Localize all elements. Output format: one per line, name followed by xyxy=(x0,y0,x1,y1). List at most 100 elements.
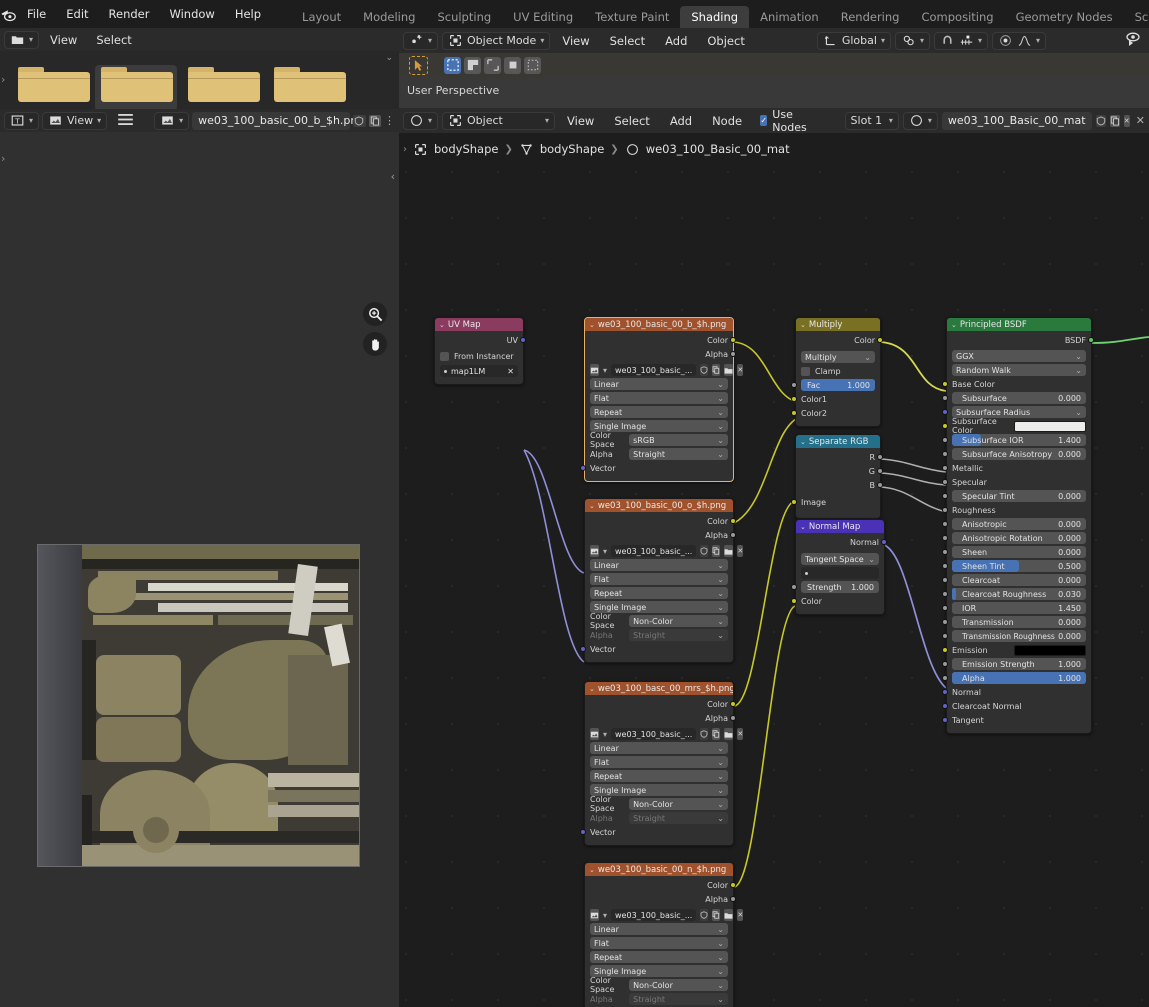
ior-slider[interactable]: IOR 1.450 xyxy=(952,602,1086,614)
collapse-icon[interactable]: ⌄ xyxy=(589,866,595,874)
node-principled-bsdf[interactable]: ⌄ Principled BSDF BSDF GGX⌄ Random Walk⌄ xyxy=(946,317,1092,734)
workspace-tab-layout[interactable]: Layout xyxy=(291,6,352,28)
interpolation-dropdown[interactable]: Linear⌄ xyxy=(590,378,728,390)
strength-row[interactable]: Strength 1.000 xyxy=(801,581,879,593)
emission-color-swatch[interactable] xyxy=(1014,645,1086,656)
menu-file[interactable]: File xyxy=(17,0,56,28)
material-slot-dropdown[interactable]: Slot 1▾ xyxy=(845,112,899,130)
browse-image-icon[interactable] xyxy=(590,545,599,557)
projection-row[interactable]: Flat⌄ xyxy=(590,756,728,768)
workspace-tab-modeling[interactable]: Modeling xyxy=(352,6,426,28)
socket-clearcoat-input[interactable] xyxy=(942,577,948,583)
collapse-icon[interactable]: ⌄ xyxy=(589,685,595,693)
file-item-folder-1[interactable] xyxy=(12,65,94,109)
prop-row-subsurface[interactable]: Subsurface 0.000 xyxy=(952,392,1086,404)
clearcoat-roughness-slider[interactable]: Clearcoat Roughness 0.030 xyxy=(952,588,1086,600)
new-material-icon[interactable] xyxy=(1110,115,1120,127)
browse-image-icon[interactable] xyxy=(590,364,599,376)
socket-color-output[interactable] xyxy=(730,701,736,707)
socket-normal-output[interactable] xyxy=(881,539,887,545)
color-space-dropdown[interactable]: Non-Color⌄ xyxy=(629,798,728,810)
menu-help[interactable]: Help xyxy=(225,0,271,28)
image-name-field[interactable]: we03_100_basic_00_b_$h.png xyxy=(192,112,350,130)
projection-dropdown[interactable]: Flat⌄ xyxy=(590,937,728,949)
space-row[interactable]: Tangent Space⌄ xyxy=(801,553,879,565)
file-item-folder-4[interactable] xyxy=(268,65,350,109)
prop-row-alpha[interactable]: Alpha 1.000 xyxy=(952,672,1086,684)
material-name-field[interactable]: we03_100_Basic_00_mat xyxy=(942,112,1092,130)
anisotropic-slider[interactable]: Anisotropic 0.000 xyxy=(952,518,1086,530)
workspace-tab-scripting[interactable]: Scripting xyxy=(1124,6,1149,28)
clamp-row[interactable]: Clamp xyxy=(801,365,875,377)
prop-row-clearcoat[interactable]: Clearcoat 0.000 xyxy=(952,574,1086,586)
node-header-normal-map[interactable]: ⌄ Normal Map xyxy=(796,520,884,533)
workspace-tab-compositing[interactable]: Compositing xyxy=(910,6,1004,28)
workspace-tab-shading[interactable]: Shading xyxy=(680,6,749,28)
image-editor-type-button[interactable]: T ▾ xyxy=(4,112,39,130)
socket-color1-input[interactable] xyxy=(791,396,797,402)
interpolation-row[interactable]: Linear⌄ xyxy=(590,742,728,754)
from-instancer-row[interactable]: From Instancer xyxy=(440,350,518,362)
tool-tweak[interactable] xyxy=(409,56,428,75)
color-space-row[interactable]: Color Space Non-Color⌄ xyxy=(590,979,728,991)
shader-editor-type-button[interactable]: ▾ xyxy=(403,112,438,130)
new-image-icon[interactable] xyxy=(712,909,720,921)
blend-mode-row[interactable]: Multiply⌄ xyxy=(801,351,875,363)
fake-user-icon[interactable] xyxy=(700,364,708,376)
image-name-field[interactable]: we03_100_basic_... xyxy=(611,364,696,376)
new-image-icon[interactable] xyxy=(712,364,720,376)
projection-row[interactable]: Flat⌄ xyxy=(590,573,728,585)
image-editor-mode-button[interactable]: View▾ xyxy=(42,112,107,130)
subsurface-method-row[interactable]: Random Walk⌄ xyxy=(952,364,1086,376)
socket-g-output[interactable] xyxy=(877,468,883,474)
node-uv-map[interactable]: ⌄ UV Map UV From Instancer xyxy=(434,317,524,385)
image-name-field[interactable]: we03_100_basic_... xyxy=(611,545,696,557)
prop-row-sheen[interactable]: Sheen 0.000 xyxy=(952,546,1086,558)
subsurface-slider[interactable]: Subsurface 0.000 xyxy=(952,392,1086,404)
image-datablock-row[interactable]: ▾ we03_100_basic_... ✕ xyxy=(590,909,728,921)
breadcrumb-sidebar-toggle-icon[interactable]: › xyxy=(403,144,407,155)
fac-slider[interactable]: Fac 1.000 xyxy=(801,379,875,391)
color-space-dropdown[interactable]: Non-Color⌄ xyxy=(629,979,728,991)
prop-row-sheen-tint[interactable]: Sheen Tint 0.500 xyxy=(952,560,1086,572)
extension-row[interactable]: Repeat⌄ xyxy=(590,406,728,418)
image-name-field[interactable]: we03_100_basic_... xyxy=(611,728,696,740)
tool-select-extend[interactable] xyxy=(504,57,521,74)
socket-emission-strength-input[interactable] xyxy=(942,661,948,667)
menu-window[interactable]: Window xyxy=(159,0,224,28)
socket-metallic-input[interactable] xyxy=(942,465,948,471)
prop-row-subsurface-anisotropy[interactable]: Subsurface Anisotropy 0.000 xyxy=(952,448,1086,460)
subsurface-ior-slider[interactable]: Subsurface IOR 1.400 xyxy=(952,434,1086,446)
collapse-icon[interactable]: ⌄ xyxy=(439,321,445,329)
strength-slider[interactable]: Strength 1.000 xyxy=(801,581,879,593)
shader-menu-node[interactable]: Node xyxy=(704,114,750,128)
tool-select-box[interactable] xyxy=(444,57,461,74)
magnet-dropdown[interactable]: ▾ xyxy=(934,32,988,50)
node-header-uv-map[interactable]: ⌄ UV Map xyxy=(435,318,523,331)
image-editor-n-panel-toggle-icon[interactable]: ‹ xyxy=(391,170,395,183)
emission-strength-slider[interactable]: Emission Strength 1.000 xyxy=(952,658,1086,670)
node-separate-rgb[interactable]: ⌄ Separate RGB R G B xyxy=(795,434,881,519)
clearcoat-slider[interactable]: Clearcoat 0.000 xyxy=(952,574,1086,586)
viewport-menu-add[interactable]: Add xyxy=(657,34,695,48)
breadcrumb-item-material[interactable]: we03_100_Basic_00_mat xyxy=(625,142,790,156)
socket-r-output[interactable] xyxy=(877,454,883,460)
image-datablock-row[interactable]: ▾ we03_100_basic_... ✕ xyxy=(590,728,728,740)
image-browse-button[interactable]: ▾ xyxy=(154,112,189,130)
extension-row[interactable]: Repeat⌄ xyxy=(590,587,728,599)
distribution-dropdown[interactable]: GGX⌄ xyxy=(952,350,1086,362)
socket-emission-input[interactable] xyxy=(942,647,948,653)
subsurface-method-dropdown[interactable]: Random Walk⌄ xyxy=(952,364,1086,376)
prop-row-transmission-roughness[interactable]: Transmission Roughness 0.000 xyxy=(952,630,1086,642)
workspace-tab-texture-paint[interactable]: Texture Paint xyxy=(584,6,680,28)
socket-clearcoat-normal-input[interactable] xyxy=(942,703,948,709)
node-header-tex-mrs[interactable]: ⌄ we03_100_basc_00_mrs_$h.png xyxy=(585,682,733,695)
extension-dropdown[interactable]: Repeat⌄ xyxy=(590,770,728,782)
specular-tint-slider[interactable]: Specular Tint 0.000 xyxy=(952,490,1086,502)
socket-sheen-input[interactable] xyxy=(942,549,948,555)
menu-edit[interactable]: Edit xyxy=(56,0,98,28)
image-editor-sidebar-toggle-icon[interactable]: › xyxy=(1,152,5,165)
socket-image-input[interactable] xyxy=(791,499,797,505)
socket-color-output[interactable] xyxy=(730,337,736,343)
extension-row[interactable]: Repeat⌄ xyxy=(590,951,728,963)
